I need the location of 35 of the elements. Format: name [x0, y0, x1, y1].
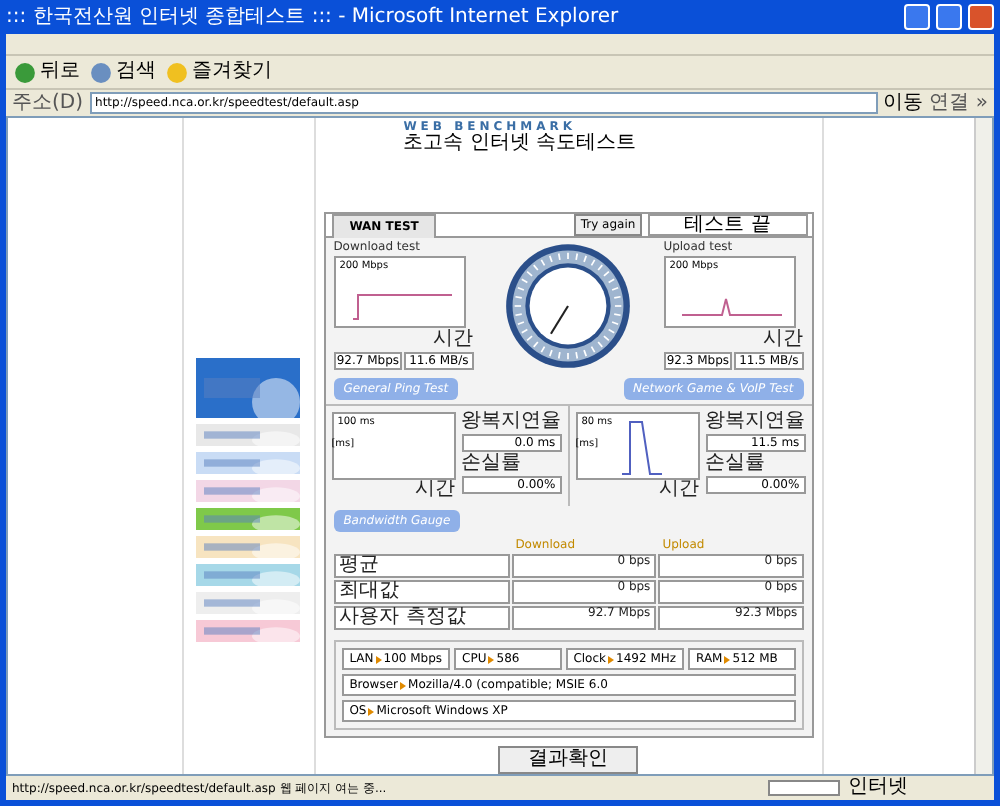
- window-title: ::: 한국전산원 인터넷 종합테스트 ::: - Microsoft Internet Explorer: [6, 7, 621, 27]
- field-label: 손실률: [705, 454, 768, 474]
- axis-label: 시간: [659, 480, 700, 500]
- gauge-drawing: [504, 242, 633, 370]
- row-label: 사용자 측정값: [333, 606, 510, 630]
- axis-label: 시간: [415, 480, 456, 500]
- row-label: 평균: [333, 554, 510, 578]
- page-heading: 초고속 인터넷 속도테스트: [403, 134, 637, 154]
- minimize-button[interactable]: [904, 4, 930, 30]
- axis-label: 시간: [763, 330, 804, 350]
- go-button[interactable]: 이동: [883, 93, 924, 113]
- status-field: 테스트 끝: [647, 214, 808, 236]
- arrow-icon: [608, 655, 615, 663]
- maximize-button[interactable]: [936, 4, 962, 30]
- close-button[interactable]: [968, 4, 994, 30]
- field-label: 손실률: [461, 454, 524, 474]
- toolbar-button[interactable]: 즐겨찾기: [166, 61, 272, 83]
- zone-text: 인터넷: [848, 778, 910, 798]
- field-label: 왕복지연율: [705, 412, 806, 432]
- row-label: 최대값: [333, 580, 510, 604]
- arrow-icon: [724, 655, 731, 663]
- address-label: 주소(D): [12, 93, 84, 113]
- field-label: 왕복지연율: [461, 412, 562, 432]
- axis-label: 시간: [433, 330, 474, 350]
- arrow-icon: [368, 707, 375, 715]
- line-graph: [351, 294, 452, 320]
- links-button[interactable]: 연결 »: [929, 93, 988, 113]
- arrow-icon: [400, 681, 407, 689]
- toolbar-button[interactable]: 뒤로: [14, 61, 80, 83]
- line-graph: [621, 420, 662, 476]
- arrow-icon: [375, 655, 382, 663]
- line-graph: [681, 298, 782, 316]
- toolbar-button[interactable]: 검색: [90, 61, 156, 83]
- arrow-icon: [488, 655, 495, 663]
- result-button[interactable]: 결과확인: [498, 746, 639, 774]
